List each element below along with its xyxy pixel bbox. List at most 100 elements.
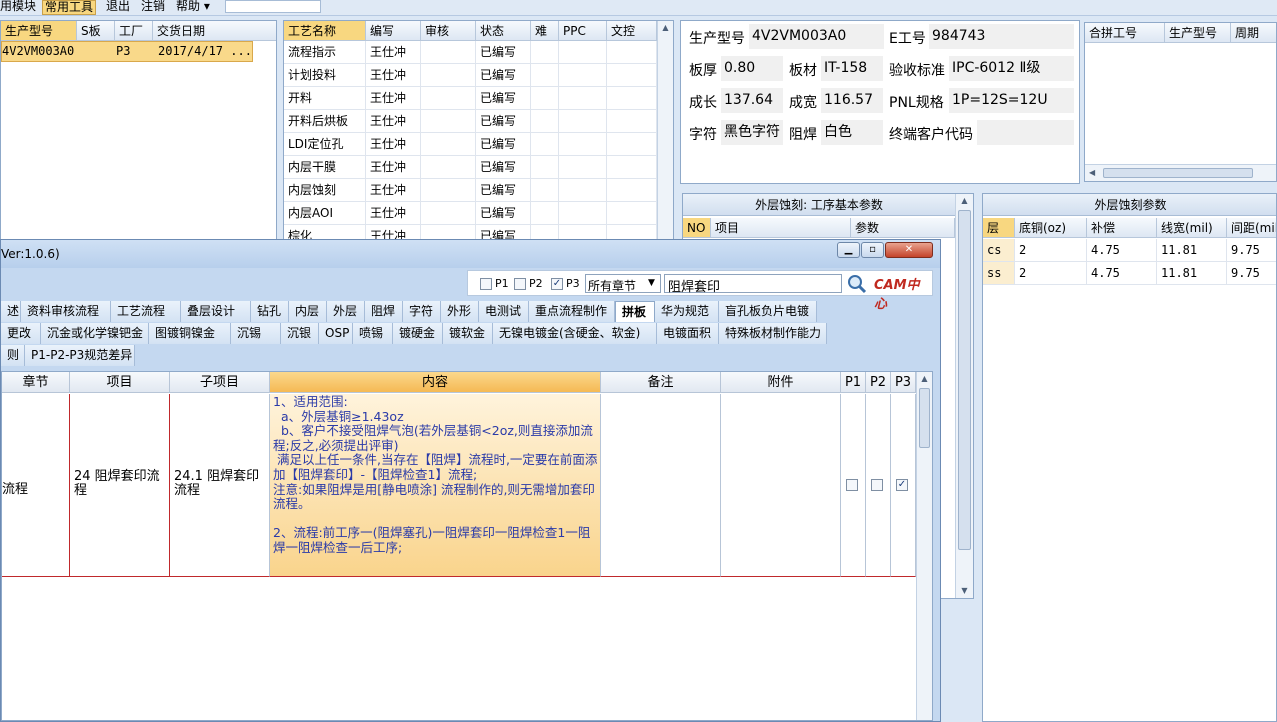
process-cell[interactable] <box>607 87 657 110</box>
col-header-review[interactable]: 审核 <box>421 21 476 41</box>
process-cell[interactable] <box>421 110 476 133</box>
tab-item[interactable]: 沉金或化学镍钯金 <box>41 323 149 344</box>
col-header-s-board[interactable]: S板 <box>77 21 115 41</box>
menu-item-modules[interactable]: 用模块 <box>0 0 36 13</box>
maximize-icon[interactable]: ▫ <box>861 242 884 258</box>
tab-item[interactable]: 喷锡 <box>353 323 393 344</box>
scroll-up-icon[interactable]: ▲ <box>658 21 673 35</box>
col-header-compensation[interactable]: 补偿 <box>1087 218 1157 238</box>
etch-param-cell[interactable]: 4.75 <box>1087 239 1157 262</box>
col-header-p1[interactable]: P1 <box>841 372 866 393</box>
tab-item[interactable]: 外形 <box>441 301 479 322</box>
cell-note[interactable] <box>601 394 721 577</box>
spec-grid-scrollbar[interactable]: ▲ <box>916 372 932 720</box>
tab-item[interactable]: 华为规范 <box>655 301 719 322</box>
col-header-subitem[interactable]: 子项目 <box>170 372 270 393</box>
col-header-item[interactable]: 项目 <box>711 218 851 238</box>
process-cell[interactable] <box>531 87 559 110</box>
process-cell[interactable]: LDI定位孔 <box>284 133 366 156</box>
col-header-p3[interactable]: P3 <box>891 372 916 393</box>
tab-item[interactable]: P1-P2-P3规范差异 <box>25 345 135 366</box>
process-cell[interactable] <box>559 41 607 64</box>
col-header-delivery[interactable]: 交货日期 <box>153 21 276 41</box>
process-cell[interactable]: 内层AOI <box>284 202 366 225</box>
etch-param-cell[interactable]: 2 <box>1015 239 1087 262</box>
tab-item[interactable]: 重点流程制作 <box>529 301 615 322</box>
process-cell[interactable] <box>559 133 607 156</box>
process-cell[interactable]: 内层蚀刻 <box>284 179 366 202</box>
toolbar-combo[interactable] <box>225 0 321 13</box>
process-cell[interactable]: 计划投料 <box>284 64 366 87</box>
process-cell[interactable]: 内层干膜 <box>284 156 366 179</box>
tab-item[interactable]: 外层 <box>327 301 365 322</box>
menu-item-logout[interactable]: 注销 <box>141 0 165 13</box>
etch-basic-scrollbar[interactable]: ▲ ▼ <box>955 194 973 598</box>
p1-checkbox[interactable] <box>480 278 492 290</box>
minimize-icon[interactable]: ▁ <box>837 242 860 258</box>
process-cell[interactable] <box>607 202 657 225</box>
tab-item[interactable]: 阻焊 <box>365 301 403 322</box>
p3-checkbox[interactable]: ✓ <box>551 278 563 290</box>
process-cell[interactable] <box>531 110 559 133</box>
col-header-merge-model[interactable]: 生产型号 <box>1165 23 1231 43</box>
col-header-base-copper[interactable]: 底铜(oz) <box>1015 218 1087 238</box>
process-cell[interactable] <box>559 179 607 202</box>
etch-param-cell[interactable]: 2 <box>1015 262 1087 285</box>
process-cell[interactable] <box>607 133 657 156</box>
tab-item[interactable]: 镀硬金 <box>393 323 443 344</box>
process-cell[interactable] <box>421 64 476 87</box>
tab-item[interactable]: 图镀铜镍金 <box>149 323 231 344</box>
scroll-up-icon[interactable]: ▲ <box>956 194 973 208</box>
process-cell[interactable] <box>559 202 607 225</box>
process-cell[interactable]: 已编写 <box>476 225 531 239</box>
process-cell[interactable] <box>531 225 559 239</box>
process-cell[interactable] <box>531 41 559 64</box>
process-cell[interactable] <box>531 179 559 202</box>
col-header-line-width[interactable]: 线宽(mil) <box>1157 218 1227 238</box>
close-icon[interactable]: ✕ <box>885 242 933 258</box>
merge-hscrollbar[interactable]: ◀ <box>1085 164 1276 181</box>
col-header-layer[interactable]: 层 <box>983 218 1015 238</box>
scroll-thumb[interactable] <box>958 210 971 550</box>
etch-param-cell[interactable]: 11.81 <box>1157 262 1227 285</box>
tab-item[interactable]: 资料审核流程 <box>21 301 111 322</box>
scroll-left-icon[interactable]: ◀ <box>1089 168 1095 177</box>
tab-item[interactable]: 镀软金 <box>443 323 493 344</box>
etch-param-cell[interactable]: 9.75 <box>1227 262 1276 285</box>
tab-item[interactable]: 叠层设计 <box>181 301 251 322</box>
cell-attachment[interactable] <box>721 394 841 577</box>
process-cell[interactable] <box>559 64 607 87</box>
col-header-p2[interactable]: P2 <box>866 372 891 393</box>
col-header-factory[interactable]: 工厂 <box>115 21 153 41</box>
col-header-model[interactable]: 生产型号 <box>1 21 77 41</box>
etch-param-cell[interactable]: cs <box>983 239 1015 262</box>
process-cell[interactable] <box>607 156 657 179</box>
process-cell[interactable] <box>607 225 657 239</box>
process-cell[interactable] <box>559 87 607 110</box>
process-cell[interactable] <box>607 64 657 87</box>
process-cell[interactable] <box>421 179 476 202</box>
etch-param-cell[interactable]: 9.75 <box>1227 239 1276 262</box>
tab-item[interactable]: 更改 <box>1 323 41 344</box>
search-icon[interactable] <box>845 273 869 294</box>
col-header-period[interactable]: 周期 <box>1231 23 1276 43</box>
process-cell[interactable] <box>531 156 559 179</box>
process-cell[interactable]: 王仕冲 <box>366 64 421 87</box>
p2-checkbox[interactable] <box>514 278 526 290</box>
process-cell[interactable]: 王仕冲 <box>366 41 421 64</box>
tab-item[interactable]: 钻孔 <box>251 301 289 322</box>
col-header-param[interactable]: 参数 <box>851 218 955 238</box>
process-cell[interactable] <box>559 156 607 179</box>
p2-row-checkbox[interactable] <box>871 479 883 491</box>
etch-param-cell[interactable]: ss <box>983 262 1015 285</box>
col-header-ppc[interactable]: PPC <box>559 21 607 41</box>
col-header-spacing[interactable]: 间距(mil <box>1227 218 1276 238</box>
process-cell[interactable]: 已编写 <box>476 156 531 179</box>
tab-item[interactable]: 工艺流程 <box>111 301 181 322</box>
process-cell[interactable]: 王仕冲 <box>366 110 421 133</box>
search-input[interactable]: 阻焊套印 <box>664 274 842 295</box>
process-cell[interactable]: 已编写 <box>476 41 531 64</box>
p1-row-checkbox[interactable] <box>846 479 858 491</box>
process-cell[interactable] <box>607 179 657 202</box>
process-cell[interactable]: 流程指示 <box>284 41 366 64</box>
